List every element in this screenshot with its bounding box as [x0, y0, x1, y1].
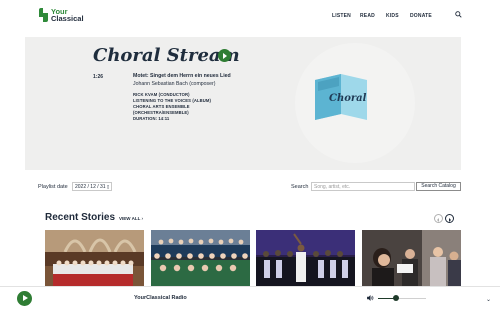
search-catalog-button[interactable]: Search Catalog — [416, 182, 461, 191]
player-play-button[interactable] — [17, 291, 32, 306]
logo-icon — [39, 8, 48, 22]
carousel-prev-icon[interactable] — [434, 214, 443, 223]
stream-play-button[interactable] — [218, 49, 231, 62]
nav-listen[interactable]: LISTEN — [332, 13, 351, 19]
playlist-date-input[interactable]: 2022 / 12 / 31 ▯ — [72, 182, 112, 191]
nav-donate[interactable]: DONATE — [410, 13, 432, 19]
album-art-choral: Choral — [315, 74, 367, 120]
nav-read[interactable]: READ — [360, 13, 375, 19]
story-card-choir-cathedral[interactable] — [45, 230, 144, 287]
chevron-down-icon[interactable]: ⌄ — [486, 296, 491, 303]
story-card-choir-stage[interactable] — [151, 230, 250, 287]
calendar-icon[interactable]: ▯ — [106, 184, 109, 189]
track-start-time: 1:26 — [93, 74, 104, 80]
recent-stories-heading: Recent Stories — [45, 212, 116, 223]
logo-text-classical: Classical — [51, 14, 84, 23]
story-image-choir-stage — [151, 230, 250, 287]
playlist-date-value: 2022 / 12 / 31 — [75, 184, 106, 190]
story-card-gospel-concert[interactable] — [256, 230, 355, 287]
carousel-next-icon[interactable] — [445, 214, 454, 223]
audio-player-bar: YourClassical Radio ⌄ — [0, 286, 500, 309]
catalog-search-input[interactable]: Song, artist, etc. — [311, 182, 415, 191]
playlist-date-label: Playlist date — [38, 184, 68, 190]
track-title[interactable]: Motet: Singet dem Herrn ein neues Lied — [133, 73, 248, 80]
catalog-search-label: Search — [291, 184, 309, 190]
now-playing-info: Motet: Singet dem Herrn ein neues Lied J… — [133, 73, 248, 122]
player-station-name: YourClassical Radio — [134, 295, 187, 301]
volume-icon[interactable] — [367, 295, 374, 301]
album-label: Choral — [329, 93, 367, 104]
nav-kids[interactable]: KIDS — [386, 13, 399, 19]
story-image-gospel-concert — [256, 230, 355, 287]
stream-hero: Choral Stream 1:26 Motet: Singet dem Her… — [25, 37, 461, 170]
story-image-singers-rehearsing — [362, 230, 461, 287]
search-icon[interactable] — [455, 11, 462, 18]
story-image-choir-cathedral — [45, 230, 144, 287]
view-all-link[interactable]: VIEW ALL › — [119, 216, 143, 221]
site-header: Your Classical LISTEN READ KIDS DONATE — [0, 0, 500, 32]
story-card-singers-rehearsing[interactable] — [362, 230, 461, 287]
track-composer: Johann Sebastian Bach (composer) — [133, 81, 216, 87]
volume-slider-track[interactable] — [378, 297, 426, 299]
volume-slider-handle[interactable] — [393, 295, 400, 302]
yourclassical-logo[interactable]: Your Classical — [39, 8, 84, 22]
credit-duration: DURATION: 14:11 — [133, 116, 170, 121]
track-credits: RICK KVAM (CONDUCTOR) LISTENING TO THE V… — [133, 92, 248, 122]
